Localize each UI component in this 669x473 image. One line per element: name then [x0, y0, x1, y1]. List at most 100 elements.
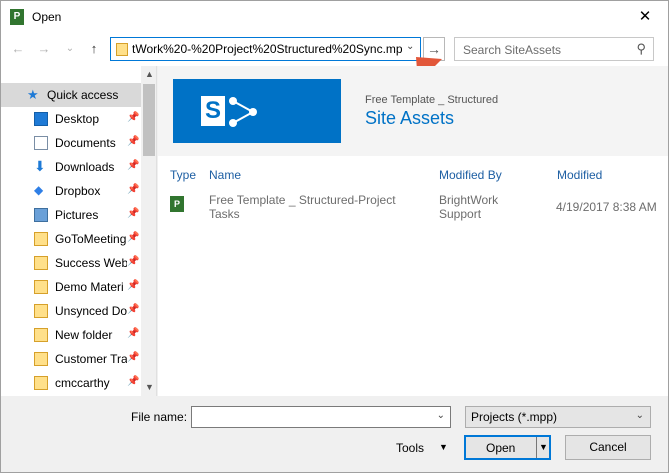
- search-input[interactable]: Search SiteAssets ⚲: [454, 37, 654, 61]
- pin-icon[interactable]: 📌: [127, 256, 139, 267]
- file-type-value: Projects (*.mpp): [471, 410, 558, 424]
- scroll-down-icon[interactable]: ▼: [145, 382, 154, 392]
- sidebar-item-label: Dropbox: [55, 184, 101, 198]
- pin-icon[interactable]: 📌: [127, 328, 139, 339]
- dialog-title: Open: [32, 10, 62, 24]
- folder-icon: [34, 232, 48, 246]
- scroll-thumb[interactable]: [143, 84, 155, 156]
- pin-icon[interactable]: 📌: [127, 208, 139, 219]
- cancel-button[interactable]: Cancel: [565, 435, 651, 460]
- pin-icon[interactable]: 📌: [127, 136, 139, 147]
- sidebar-item-dropbox[interactable]: ◆ Dropbox 📌: [1, 179, 141, 203]
- sidebar-item-desktop[interactable]: Desktop 📌: [1, 107, 141, 131]
- sidebar-item-label: Customer Tra: [55, 352, 127, 366]
- navigation-bar: ← → ⌄ ↑ tWork%20-%20Project%20Structured…: [1, 32, 668, 66]
- sidebar-item-pictures[interactable]: Pictures 📌: [1, 203, 141, 227]
- sidebar-item-cmccarthy[interactable]: cmccarthy 📌: [1, 371, 141, 395]
- sidebar-item-label: Unsynced Do: [55, 304, 127, 318]
- sharepoint-logo: S: [173, 79, 341, 143]
- forward-button[interactable]: →: [35, 40, 53, 58]
- address-bar[interactable]: tWork%20-%20Project%20Structured%20Sync.…: [110, 37, 421, 61]
- dialog-footer: File name: ⌄ Projects (*.mpp) ⌄ Tools ▼ …: [1, 396, 668, 472]
- title-bar: P Open ✕: [1, 1, 668, 32]
- folder-icon: [34, 304, 48, 318]
- chevron-down-icon[interactable]: ⌄: [406, 41, 414, 52]
- sidebar-item-downloads[interactable]: ⬇ Downloads 📌: [1, 155, 141, 179]
- address-text[interactable]: tWork%20-%20Project%20Structured%20Sync.…: [132, 42, 402, 56]
- chevron-down-icon[interactable]: ⌄: [636, 410, 644, 421]
- pin-icon[interactable]: 📌: [127, 160, 139, 171]
- sidebar-item-label: Quick access: [47, 88, 119, 102]
- file-name: Free Template _ Structured-Project Tasks: [209, 193, 396, 221]
- pin-icon[interactable]: 📌: [127, 112, 139, 123]
- sidebar-item-label: cmccarthy: [55, 376, 110, 390]
- desktop-icon: [34, 112, 48, 126]
- sidebar-item-demo-materi[interactable]: Demo Materi 📌: [1, 275, 141, 299]
- sidebar-item-label: Demo Materi: [55, 280, 124, 294]
- file-name-label: File name:: [131, 410, 188, 424]
- navigation-pane: ★ Quick access Desktop 📌 Documents 📌 ⬇ D…: [1, 66, 157, 396]
- sidebar-item-label: Desktop: [55, 112, 100, 126]
- column-header-type[interactable]: Type: [170, 168, 196, 182]
- sidebar-item-documents[interactable]: Documents 📌: [1, 131, 141, 155]
- column-header-name[interactable]: Name: [209, 168, 241, 182]
- site-title: Site Assets: [365, 108, 455, 128]
- folder-icon: [116, 43, 128, 56]
- pin-icon[interactable]: 📌: [127, 232, 139, 243]
- site-banner: S Free Template _ Structured Site Assets: [158, 66, 668, 156]
- sidebar-item-quick-access[interactable]: ★ Quick access: [1, 83, 141, 107]
- sidebar-item-label: Pictures: [55, 208, 99, 222]
- file-row[interactable]: P Free Template _ Structured-Project Tas…: [158, 190, 668, 226]
- project-app-icon: P: [10, 9, 24, 25]
- file-modified-by: BrightWork Support: [439, 193, 499, 221]
- pictures-icon: [34, 208, 48, 222]
- recent-locations-button[interactable]: ⌄: [61, 40, 79, 58]
- pin-icon[interactable]: 📌: [127, 184, 139, 195]
- scroll-up-icon[interactable]: ▲: [145, 69, 154, 79]
- sidebar-scrollbar[interactable]: ▲ ▼: [141, 66, 156, 396]
- file-type-select[interactable]: Projects (*.mpp) ⌄: [465, 406, 651, 428]
- back-button[interactable]: ←: [9, 40, 27, 58]
- file-name-input[interactable]: ⌄: [191, 406, 451, 428]
- sidebar-item-label: Success Webs: [55, 256, 127, 270]
- search-icon[interactable]: ⚲: [636, 41, 646, 57]
- sidebar-item-unsynced[interactable]: Unsynced Do 📌: [1, 299, 141, 323]
- sidebar-item-success-webs[interactable]: Success Webs 📌: [1, 251, 141, 275]
- tools-dropdown-icon[interactable]: ▼: [439, 442, 448, 452]
- folder-icon: [34, 376, 48, 390]
- up-button[interactable]: ↑: [85, 40, 103, 58]
- sidebar-item-label: GoToMeeting: [55, 232, 127, 246]
- folder-icon: [34, 256, 48, 270]
- pin-icon[interactable]: 📌: [127, 352, 139, 363]
- sharepoint-s-icon: S: [201, 96, 225, 126]
- sharepoint-nodes-icon: [229, 97, 257, 127]
- chevron-down-icon[interactable]: ⌄: [437, 410, 445, 421]
- pin-icon[interactable]: 📌: [127, 280, 139, 291]
- project-file-icon: P: [170, 196, 184, 212]
- dropbox-icon: ◆: [34, 183, 44, 197]
- open-button-label: Open: [486, 441, 516, 455]
- open-dropdown-icon[interactable]: ▼: [536, 437, 550, 458]
- tools-button[interactable]: Tools: [396, 441, 424, 455]
- pin-icon[interactable]: 📌: [127, 304, 139, 315]
- open-button[interactable]: Open ▼: [464, 435, 551, 460]
- sidebar-item-customer-tra[interactable]: Customer Tra 📌: [1, 347, 141, 371]
- sidebar-item-label: Downloads: [55, 160, 115, 174]
- download-icon: ⬇: [34, 158, 46, 174]
- folder-icon: [34, 352, 48, 366]
- sidebar-item-new-folder[interactable]: New folder 📌: [1, 323, 141, 347]
- documents-icon: [34, 136, 48, 150]
- file-list-pane: S Free Template _ Structured Site Assets…: [158, 66, 668, 396]
- column-header-modified[interactable]: Modified: [557, 168, 602, 182]
- folder-icon: [34, 328, 48, 342]
- file-modified-date: 4/19/2017 8:38 AM: [556, 200, 657, 214]
- star-icon: ★: [27, 87, 39, 102]
- folder-icon: [34, 280, 48, 294]
- sidebar-item-gotomeeting[interactable]: GoToMeeting 📌: [1, 227, 141, 251]
- open-dialog: P Open ✕ ← → ⌄ ↑ tWork%20-%20Project%20S…: [0, 0, 669, 473]
- column-header-modified-by[interactable]: Modified By: [439, 168, 502, 182]
- sidebar-item-label: New folder: [55, 328, 113, 342]
- pin-icon[interactable]: 📌: [127, 376, 139, 387]
- close-button[interactable]: ✕: [632, 6, 658, 28]
- site-subtitle: Free Template _ Structured: [365, 94, 499, 106]
